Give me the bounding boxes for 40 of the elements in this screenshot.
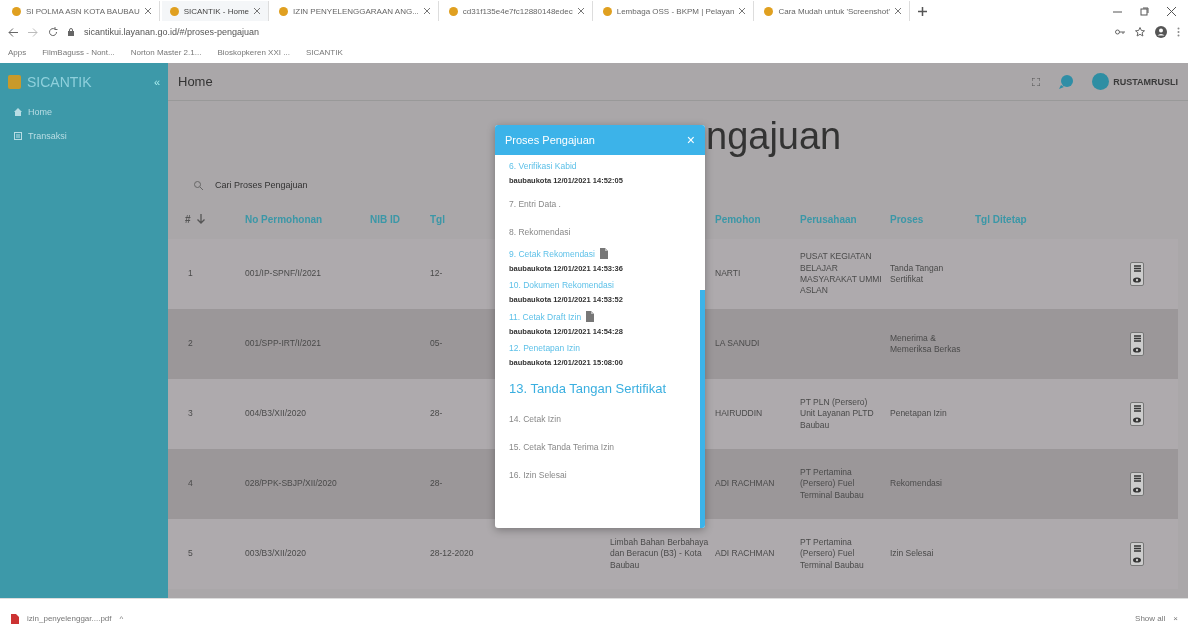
table-cell: LA SANUDI bbox=[715, 338, 760, 350]
table-cell: 001/IP-SPNF/I/2021 bbox=[245, 268, 322, 280]
table-cell: 003/B3/XII/2020 bbox=[245, 548, 306, 560]
process-step: 16. Izin Selesai bbox=[509, 470, 567, 480]
process-step: 8. Rekomendasi bbox=[509, 227, 571, 237]
table-cell: HAIRUDDIN bbox=[715, 408, 763, 420]
table-cell: NARTI bbox=[715, 268, 741, 280]
table-cell: Penetapan Izin bbox=[890, 408, 947, 420]
table-cell: 28-12-2020 bbox=[430, 548, 474, 560]
table-cell: 05- bbox=[430, 338, 443, 350]
table-cell: 12- bbox=[430, 268, 443, 280]
table-cell: Limbah Bahan Berbahaya dan Beracun (B3) - Kota Baubau bbox=[610, 536, 709, 572]
table-cell-text: PUSAT KEGIATAN BELAJAR MASYARAKAT UMMI ASLAN bbox=[800, 251, 883, 297]
table-cell: 28- bbox=[430, 408, 443, 420]
table-cell: ADI RACHMAN bbox=[715, 548, 775, 560]
table-cell: 028/PPK-SBJP/XII/2020 bbox=[245, 478, 337, 490]
table-cell: ADI RACHMAN bbox=[715, 478, 775, 490]
row-number: 1 bbox=[188, 268, 193, 280]
table-cell: Rekomendasi bbox=[890, 478, 942, 490]
table-cell: 001/SPP-IRT/I/2021 bbox=[245, 338, 321, 350]
app-brand: SICANTIK bbox=[27, 73, 92, 90]
row-number: 2 bbox=[188, 338, 193, 350]
page-header-title: Home bbox=[178, 74, 214, 89]
table-cell-text: Menerima & Memeriksa Berkas bbox=[890, 332, 962, 356]
table-cell-text: Tanda Tangan Sertifikat bbox=[890, 262, 945, 286]
process-step: 13. Tanda Tangan Sertifikat bbox=[509, 381, 667, 396]
dialog-title: Proses Pengajuan bbox=[505, 134, 596, 146]
table-cell-text: PT Pertamina (Persero) Fuel Terminal Baubau bbox=[800, 466, 865, 502]
process-step: 14. Cetak Izin bbox=[509, 414, 561, 424]
process-step: 7. Entri Data . bbox=[509, 199, 561, 209]
row-number: 5 bbox=[188, 548, 193, 560]
page-title: ngajuan bbox=[706, 114, 842, 158]
row-number: 4 bbox=[188, 478, 193, 490]
table-cell: Izin Selesai bbox=[890, 548, 934, 560]
table-cell: 004/B3/XII/2020 bbox=[245, 408, 306, 420]
table-cell: 28- bbox=[430, 478, 443, 490]
table-cell-text: PT PLN (Persero) Unit Layanan PLTD Baubau bbox=[800, 396, 875, 432]
table-cell-text: PT Pertamina (Persero) Fuel Terminal Baubau bbox=[800, 536, 865, 572]
process-step: 15. Cetak Tanda Terima Izin bbox=[509, 442, 615, 452]
row-number: 3 bbox=[188, 408, 193, 420]
